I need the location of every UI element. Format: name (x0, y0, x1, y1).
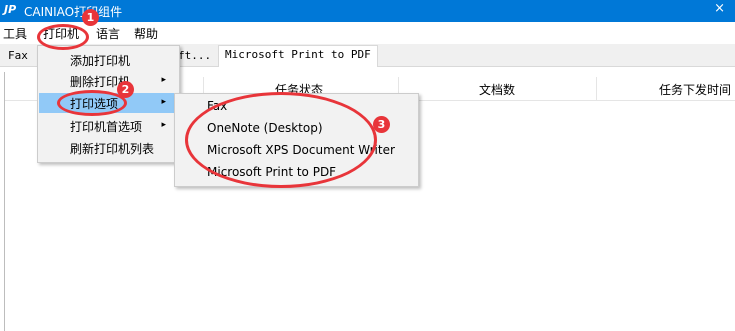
menu-item-add-printer[interactable]: 添加打印机 (39, 50, 178, 70)
annotation-ellipse-1 (37, 24, 89, 50)
annotation-number-1: 1 (82, 9, 99, 26)
submenu-arrow-icon: ▸ (161, 120, 166, 130)
annotation-number-3: 3 (373, 116, 390, 133)
menu-bar: 工具 打印机 语言 帮助 (0, 22, 735, 44)
menu-item-remove-printer[interactable]: 删除打印机 ▸ (39, 71, 178, 91)
title-bar: JP CAINIAO打印组件 × (0, 0, 735, 22)
annotation-ellipse-2 (57, 90, 127, 116)
submenu-arrow-icon: ▸ (161, 97, 166, 107)
menu-tools[interactable]: 工具 (3, 25, 27, 42)
menu-item-label: 刷新打印机列表 (70, 142, 155, 156)
menu-help[interactable]: 帮助 (134, 25, 158, 42)
annotation-number-2: 2 (117, 81, 134, 98)
tab-microsoft-print-to-pdf[interactable]: Microsoft Print to PDF (218, 45, 378, 67)
tab-fax[interactable]: Fax (2, 47, 34, 65)
window-title: CAINIAO打印组件 (24, 5, 123, 19)
menu-item-refresh-printers[interactable]: 刷新打印机列表 (39, 138, 178, 158)
menu-item-label: 打印机首选项 (70, 120, 143, 134)
submenu-arrow-icon: ▸ (161, 75, 166, 85)
app-icon: JP (4, 3, 17, 16)
column-send-time[interactable]: 任务下发时间 (659, 81, 731, 98)
column-doc-count[interactable]: 文档数 (479, 81, 515, 98)
annotation-ellipse-3 (185, 92, 377, 188)
menu-item-printer-preferences[interactable]: 打印机首选项 ▸ (39, 116, 178, 136)
close-icon[interactable]: × (714, 1, 725, 16)
menu-language[interactable]: 语言 (96, 25, 120, 42)
menu-item-label: 添加打印机 (70, 54, 131, 68)
column-separator[interactable] (596, 77, 597, 100)
